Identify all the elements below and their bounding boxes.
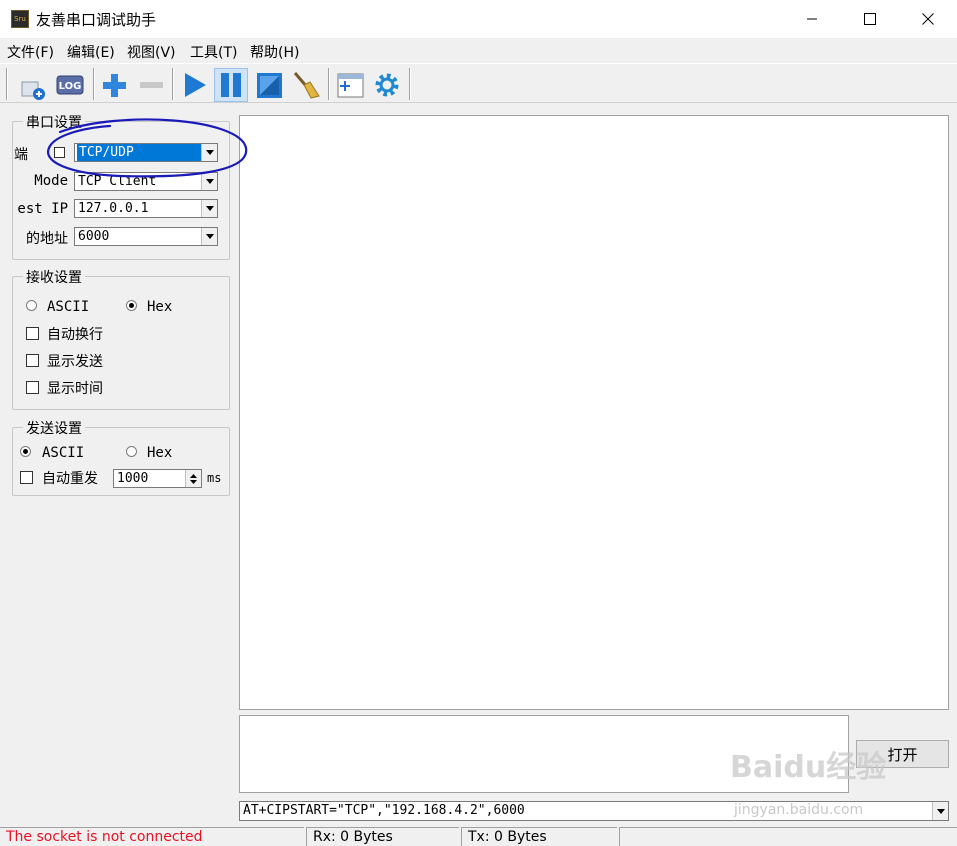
- maximize-button[interactable]: [841, 0, 899, 38]
- close-icon: [922, 13, 934, 25]
- minimize-icon: [807, 18, 817, 20]
- toolbar-separator: [172, 68, 174, 100]
- new-window-icon: [21, 81, 45, 100]
- command-value: AT+CIPSTART="TCP","192.168.4.2",6000: [243, 803, 525, 818]
- menu-edit[interactable]: 编辑(E): [67, 42, 115, 62]
- send-ascii-radio[interactable]: [20, 446, 31, 457]
- resend-interval-value: 1000: [117, 471, 149, 486]
- receive-hex-radio[interactable]: [126, 300, 137, 311]
- menu-view[interactable]: 视图(V): [127, 42, 176, 62]
- dest-ip-label: est IP: [17, 201, 68, 217]
- status-empty: [619, 827, 939, 846]
- receive-ascii-label: ASCII: [47, 299, 90, 315]
- app-icon[interactable]: Sru: [11, 10, 29, 28]
- send-hex-label: Hex: [147, 445, 173, 461]
- clear-button[interactable]: [289, 68, 323, 102]
- window-button[interactable]: [252, 68, 286, 102]
- plus-icon: [103, 74, 126, 97]
- show-time-checkbox[interactable]: [26, 381, 39, 394]
- layout-button[interactable]: [333, 68, 367, 102]
- maximize-icon: [864, 13, 876, 25]
- port-select[interactable]: TCP/UDP: [74, 143, 218, 162]
- close-button[interactable]: [899, 0, 957, 38]
- auto-wrap-label: 自动换行: [47, 327, 103, 343]
- resend-interval-spinner[interactable]: 1000: [113, 469, 202, 488]
- port-address-select[interactable]: 6000: [74, 227, 218, 246]
- size-grip-icon[interactable]: [939, 827, 957, 846]
- log-button[interactable]: LOG: [53, 68, 87, 102]
- interval-unit: ms: [207, 471, 222, 485]
- receive-settings-group: 接收设置: [12, 267, 230, 410]
- dest-ip-value: 127.0.0.1: [78, 201, 149, 216]
- minimize-button[interactable]: [783, 0, 841, 38]
- pause-icon: [221, 73, 241, 97]
- receive-ascii-radio[interactable]: [26, 300, 37, 311]
- menu-tools[interactable]: 工具(T): [190, 42, 237, 62]
- baidu-watermark: Baidu经验 jingyan.baidu.com: [730, 742, 940, 826]
- watermark-url: jingyan.baidu.com: [734, 802, 864, 818]
- menu-bar: 文件(F) 编辑(E) 视图(V) 工具(T) 帮助(H): [0, 38, 957, 62]
- window-title: 友善串口调试助手: [36, 11, 157, 29]
- auto-resend-label: 自动重发: [42, 471, 98, 487]
- settings-button[interactable]: [370, 68, 404, 102]
- status-message: The socket is not connected: [0, 827, 304, 846]
- toolbar-separator: [6, 68, 8, 100]
- title-bar: Sru 友善串口调试助手: [0, 0, 957, 38]
- toolbar-separator: [409, 68, 411, 100]
- chevron-down-icon: [201, 144, 217, 161]
- chevron-down-icon: [201, 200, 217, 217]
- show-send-label: 显示发送: [47, 354, 103, 370]
- play-icon: [185, 73, 206, 97]
- send-hex-radio[interactable]: [126, 446, 137, 457]
- toolbar-separator: [328, 68, 330, 100]
- settings-gear-icon: [375, 73, 399, 97]
- auto-wrap-checkbox[interactable]: [26, 327, 39, 340]
- port-value: TCP/UDP: [77, 144, 201, 161]
- new-window-button[interactable]: [16, 68, 50, 102]
- menu-help[interactable]: 帮助(H): [250, 42, 299, 62]
- start-button[interactable]: [177, 68, 211, 102]
- port-label: 端: [14, 147, 28, 163]
- status-rx: Rx: 0 Bytes: [306, 827, 459, 846]
- auto-resend-checkbox[interactable]: [20, 471, 33, 484]
- mode-value: TCP Client: [78, 174, 157, 189]
- show-time-label: 显示时间: [47, 381, 103, 397]
- broom-icon: [293, 72, 320, 99]
- port-address-label: 的地址: [26, 231, 68, 247]
- minus-icon: [140, 82, 163, 88]
- window-icon: [257, 73, 282, 98]
- watermark-brand: Baidu经验: [730, 750, 887, 785]
- log-label: LOG: [59, 81, 82, 92]
- pause-button[interactable]: [214, 68, 248, 102]
- layout-icon: [337, 73, 364, 98]
- log-icon: LOG: [56, 75, 84, 95]
- chevron-down-icon: [201, 228, 217, 245]
- add-button[interactable]: [97, 68, 131, 102]
- serial-settings-title: 串口设置: [23, 112, 85, 132]
- send-settings-title: 发送设置: [23, 418, 85, 438]
- mode-label: Mode: [34, 173, 68, 189]
- port-checkbox[interactable]: [54, 147, 65, 158]
- mode-select[interactable]: TCP Client: [74, 172, 218, 191]
- spinner-arrows-icon[interactable]: [185, 470, 201, 487]
- dest-ip-select[interactable]: 127.0.0.1: [74, 199, 218, 218]
- port-address-value: 6000: [78, 229, 110, 244]
- receive-hex-label: Hex: [147, 299, 173, 315]
- send-ascii-label: ASCII: [42, 445, 85, 461]
- receive-textarea[interactable]: [239, 115, 949, 710]
- toolbar-separator: [93, 68, 95, 100]
- status-bar: The socket is not connected Rx: 0 Bytes …: [0, 826, 957, 846]
- menu-file[interactable]: 文件(F): [7, 42, 54, 62]
- status-tx: Tx: 0 Bytes: [461, 827, 617, 846]
- remove-button[interactable]: [134, 68, 168, 102]
- show-send-checkbox[interactable]: [26, 354, 39, 367]
- toolbar: LOG: [0, 63, 957, 103]
- chevron-down-icon: [201, 173, 217, 190]
- receive-settings-title: 接收设置: [23, 267, 85, 287]
